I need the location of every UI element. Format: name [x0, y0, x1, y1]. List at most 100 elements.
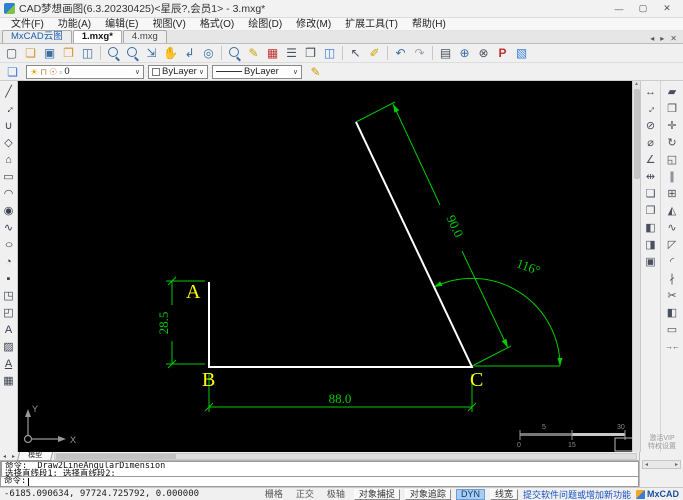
mirror-icon[interactable]: ◭ — [663, 202, 682, 219]
color-palette-icon[interactable]: ▦ — [263, 45, 282, 62]
menu-file[interactable]: 文件(F) — [4, 18, 51, 31]
trim-icon[interactable]: ✂ — [663, 287, 682, 304]
scale-icon[interactable]: ◱ — [663, 151, 682, 168]
tab-scroll-left-icon[interactable]: ◂ — [647, 34, 657, 43]
rotate-icon[interactable]: ↻ — [663, 134, 682, 151]
explode-icon[interactable]: ◧ — [663, 304, 682, 321]
menu-modify[interactable]: 修改(M) — [289, 18, 338, 31]
draw-rectangle-icon[interactable]: ▭ — [1, 168, 17, 185]
menu-function[interactable]: 功能(A) — [51, 18, 98, 31]
horizontal-scrollbar[interactable] — [54, 452, 637, 460]
draw-closed-pline-icon[interactable]: ⌂ — [1, 151, 17, 168]
command-history[interactable]: 命令: _Draw2LineAngularDimension 选择直线段1: 选… — [0, 461, 639, 477]
draw-hatch-icon[interactable]: ▦ — [1, 372, 17, 389]
vip-note-line-2[interactable]: 特权设置 — [641, 443, 683, 451]
status-grid-button[interactable]: 栅格 — [261, 489, 287, 500]
publish-web-alt-icon[interactable]: ⊗ — [474, 45, 493, 62]
layer-select[interactable]: ☀ ⊓ ☉ ▫ 0 ∨ — [26, 64, 144, 79]
tab-scroll-right-icon[interactable]: ▸ — [657, 34, 667, 43]
draw-ellipse-arc-icon[interactable]: ◔ — [1, 253, 17, 270]
blue-tool-4-icon[interactable]: ◨ — [641, 236, 660, 253]
pan-icon[interactable]: ✋ — [161, 45, 180, 62]
status-osnap-button[interactable]: 对象捕捉 — [353, 488, 400, 500]
print-button[interactable]: ▤ — [436, 45, 455, 62]
insert-image-icon[interactable]: ▧ — [512, 45, 531, 62]
status-ortho-button[interactable]: 正交 — [292, 489, 318, 500]
erase-icon[interactable]: ▰ — [663, 83, 682, 100]
properties-panel-icon[interactable]: ◫ — [320, 45, 339, 62]
tab-doc-1[interactable]: 1.mxg* — [72, 30, 122, 43]
feedback-link[interactable]: 提交软件问题或增加新功能 — [523, 488, 631, 500]
fillet-icon[interactable]: ◜ — [663, 253, 682, 270]
status-lineweight-button[interactable]: 线宽 — [489, 488, 518, 500]
draw-polygon-icon[interactable]: ◇ — [1, 134, 17, 151]
command-input[interactable]: 命令: — [0, 477, 639, 487]
zoom-previous-icon[interactable]: ↲ — [180, 45, 199, 62]
dim-diameter-icon[interactable]: ⌀ — [641, 134, 660, 151]
menu-draw[interactable]: 绘图(D) — [241, 18, 289, 31]
draw-circle-icon[interactable]: ◉ — [1, 202, 17, 219]
publish-web-icon[interactable]: ⊕ — [455, 45, 474, 62]
draw-text-icon[interactable]: A — [1, 321, 17, 338]
open-file-button[interactable]: ❏ — [21, 45, 40, 62]
layers-stack-icon[interactable]: ❏ — [3, 63, 22, 80]
linetype-manager-icon[interactable]: ☰ — [282, 45, 301, 62]
find-icon[interactable] — [225, 45, 244, 62]
model-tab[interactable]: 模型 — [16, 451, 54, 461]
array-icon[interactable]: ⊞ — [663, 185, 682, 202]
canvas-vertical-scrollbar[interactable]: ▲ — [632, 81, 640, 452]
panel-horizontal-scrollbar[interactable]: ◂ ▸ — [642, 460, 681, 469]
new-file-button[interactable]: ▢ — [2, 45, 21, 62]
open-folder-button[interactable]: ❐ — [59, 45, 78, 62]
select-tool-icon[interactable]: ↖ — [346, 45, 365, 62]
spline-edit-icon[interactable]: ∿ — [663, 219, 682, 236]
status-dyn-button[interactable]: DYN — [455, 488, 485, 500]
export-pdf-icon[interactable]: P — [493, 45, 512, 62]
make-block-icon[interactable]: ◳ — [1, 287, 17, 304]
zoom-extents-icon[interactable]: ⇲ — [142, 45, 161, 62]
offset-icon[interactable]: ∥ — [663, 168, 682, 185]
insert-raster-image-icon[interactable]: ▨ — [1, 338, 17, 355]
zoom-dynamic-icon[interactable] — [123, 45, 142, 62]
menu-view[interactable]: 视图(V) — [145, 18, 192, 31]
panel-scroll-right-icon[interactable]: ▸ — [675, 461, 678, 468]
zoom-window-icon[interactable] — [104, 45, 123, 62]
copy-icon[interactable]: ❐ — [663, 100, 682, 117]
dim-angular-icon[interactable]: ∠ — [641, 151, 660, 168]
menu-edit[interactable]: 编辑(E) — [98, 18, 145, 31]
insert-block-icon[interactable]: ◰ — [1, 304, 17, 321]
blue-tool-3-icon[interactable]: ◧ — [641, 219, 660, 236]
redo-button[interactable]: ↷ — [410, 45, 429, 62]
status-polar-button[interactable]: 极轴 — [323, 489, 349, 500]
layer-manager-icon[interactable]: ❒ — [301, 45, 320, 62]
blue-tool-1-icon[interactable]: ❏ — [641, 185, 660, 202]
save-as-button[interactable]: ◫ — [78, 45, 97, 62]
scroll-up-icon[interactable]: ▲ — [633, 81, 640, 88]
menu-ext-tools[interactable]: 扩展工具(T) — [338, 18, 405, 31]
draw-point-icon[interactable]: ▪ — [1, 270, 17, 287]
edit-attributes-icon[interactable]: ✐ — [365, 45, 384, 62]
draw-ellipse-icon[interactable]: ○ — [0, 236, 19, 253]
tab-doc-4[interactable]: 4.mxg — [122, 30, 167, 43]
vip-note-line-1[interactable]: 激活VIP — [641, 435, 683, 443]
linetype-select[interactable]: ByLayer ∨ — [212, 64, 302, 79]
maximize-button[interactable]: ▢ — [631, 1, 655, 17]
menu-format[interactable]: 格式(O) — [193, 18, 241, 31]
tab-mxcad-cloud[interactable]: MxCAD云图 — [2, 30, 72, 43]
join-icon[interactable]: →← — [663, 338, 682, 355]
color-select[interactable]: ByLayer ∨ — [148, 64, 208, 79]
draw-mtext-icon[interactable]: A — [1, 355, 17, 372]
save-button[interactable]: ▣ — [40, 45, 59, 62]
tab-close-icon[interactable]: ✕ — [667, 34, 680, 43]
dim-quick-icon[interactable]: ⇹ — [641, 168, 660, 185]
panel-scroll-left-icon[interactable]: ◂ — [645, 461, 648, 468]
layout-prev-icon[interactable]: ◂ — [0, 453, 9, 460]
draw-pencil-icon[interactable]: ✎ — [244, 45, 263, 62]
chamfer-icon[interactable]: ◸ — [663, 236, 682, 253]
draw-order-pencil-icon[interactable]: ✎ — [306, 63, 325, 80]
move-icon[interactable]: ✛ — [663, 117, 682, 134]
drawing-canvas[interactable]: 28.5 88.0 90.0 116° A B C 5 0 15 30 Y X — [18, 81, 632, 452]
status-otrack-button[interactable]: 对象追踪 — [404, 488, 451, 500]
blue-tool-5-icon[interactable]: ▣ — [641, 253, 660, 270]
draw-spline-icon[interactable]: ∿ — [1, 219, 17, 236]
